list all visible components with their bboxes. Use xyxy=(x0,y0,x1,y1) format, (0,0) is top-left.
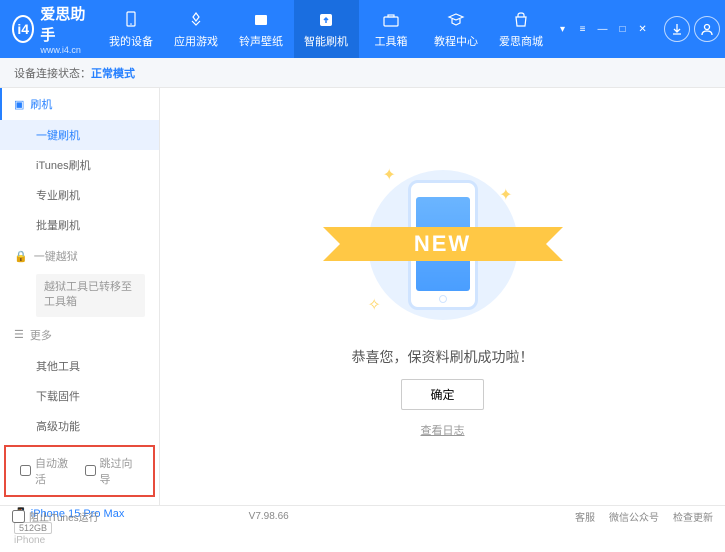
main-content: ✦ ✦ ✧ NEW 恭喜您，保资料刷机成功啦！ 确定 查看日志 xyxy=(160,88,725,505)
main-nav: 我的设备 应用游戏 铃声壁纸 智能刷机 工具箱 教程中心 爱思商城 xyxy=(99,0,554,58)
ok-button[interactable]: 确定 xyxy=(401,379,483,410)
sidebar: ▣ 刷机 一键刷机 iTunes刷机 专业刷机 批量刷机 🔒 一键越狱 越狱工具… xyxy=(0,88,160,505)
new-ribbon: NEW xyxy=(343,227,543,261)
lock-icon: 🔒 xyxy=(14,250,28,263)
device-icon xyxy=(121,10,141,30)
app-header: i4 爱思助手 www.i4.cn 我的设备 应用游戏 铃声壁纸 智能刷机 工具… xyxy=(0,0,725,58)
block-itunes-checkbox[interactable]: 阻止iTunes运行 xyxy=(12,509,99,524)
store-icon xyxy=(511,10,531,30)
flash-section-icon: ▣ xyxy=(14,98,24,111)
sidebar-section-more[interactable]: ☰ 更多 xyxy=(0,319,159,351)
sidebar-item-oneclick[interactable]: 一键刷机 xyxy=(0,120,159,150)
footer-link-support[interactable]: 客服 xyxy=(575,509,595,524)
more-icon: ☰ xyxy=(14,328,24,341)
logo-icon: i4 xyxy=(12,15,34,43)
nav-tutorials[interactable]: 教程中心 xyxy=(424,0,489,58)
download-button[interactable] xyxy=(664,16,690,42)
options-highlighted: 自动激活 跳过向导 xyxy=(4,445,155,497)
ringtone-icon xyxy=(251,10,271,30)
settings-icon[interactable]: ≡ xyxy=(574,22,592,36)
apps-icon xyxy=(186,10,206,30)
app-title: 爱思助手 xyxy=(40,3,86,45)
success-illustration: ✦ ✦ ✧ NEW xyxy=(353,155,533,335)
maximize-icon[interactable]: □ xyxy=(614,22,632,36)
success-message: 恭喜您，保资料刷机成功啦！ xyxy=(352,347,534,367)
sidebar-item-other[interactable]: 其他工具 xyxy=(0,351,159,381)
version-label: V7.98.66 xyxy=(249,511,289,522)
flash-icon xyxy=(316,10,336,30)
nav-apps[interactable]: 应用游戏 xyxy=(164,0,229,58)
sidebar-item-batch[interactable]: 批量刷机 xyxy=(0,210,159,240)
footer-link-update[interactable]: 检查更新 xyxy=(673,509,713,524)
close-icon[interactable]: ✕ xyxy=(634,22,652,36)
sidebar-item-advanced[interactable]: 高级功能 xyxy=(0,411,159,441)
toolbox-icon xyxy=(381,10,401,30)
menu-icon[interactable]: ▾ xyxy=(554,22,572,36)
status-value: 正常模式 xyxy=(91,65,135,81)
sidebar-item-itunes[interactable]: iTunes刷机 xyxy=(0,150,159,180)
nav-store[interactable]: 爱思商城 xyxy=(489,0,554,58)
nav-ringtones[interactable]: 铃声壁纸 xyxy=(229,0,294,58)
nav-my-device[interactable]: 我的设备 xyxy=(99,0,164,58)
minimize-icon[interactable]: — xyxy=(594,22,612,36)
jailbreak-note: 越狱工具已转移至工具箱 xyxy=(36,274,145,317)
device-type: iPhone xyxy=(14,535,45,546)
nav-flash[interactable]: 智能刷机 xyxy=(294,0,359,58)
user-button[interactable] xyxy=(694,16,720,42)
status-label: 设备连接状态： xyxy=(14,65,91,81)
view-log-link[interactable]: 查看日志 xyxy=(421,422,465,438)
footer-link-wechat[interactable]: 微信公众号 xyxy=(609,509,659,524)
sidebar-section-jailbreak[interactable]: 🔒 一键越狱 xyxy=(0,240,159,272)
sidebar-section-flash[interactable]: ▣ 刷机 xyxy=(0,88,159,120)
checkbox-skip-guide[interactable]: 跳过向导 xyxy=(85,455,140,487)
status-bar: 设备连接状态： 正常模式 xyxy=(0,58,725,88)
logo: i4 爱思助手 www.i4.cn xyxy=(0,3,99,55)
app-url: www.i4.cn xyxy=(40,45,86,55)
sidebar-item-pro[interactable]: 专业刷机 xyxy=(0,180,159,210)
header-controls: ▾ ≡ — □ ✕ xyxy=(554,16,725,42)
tutorial-icon xyxy=(446,10,466,30)
sidebar-item-firmware[interactable]: 下载固件 xyxy=(0,381,159,411)
checkbox-auto-activate[interactable]: 自动激活 xyxy=(20,455,75,487)
nav-toolbox[interactable]: 工具箱 xyxy=(359,0,424,58)
